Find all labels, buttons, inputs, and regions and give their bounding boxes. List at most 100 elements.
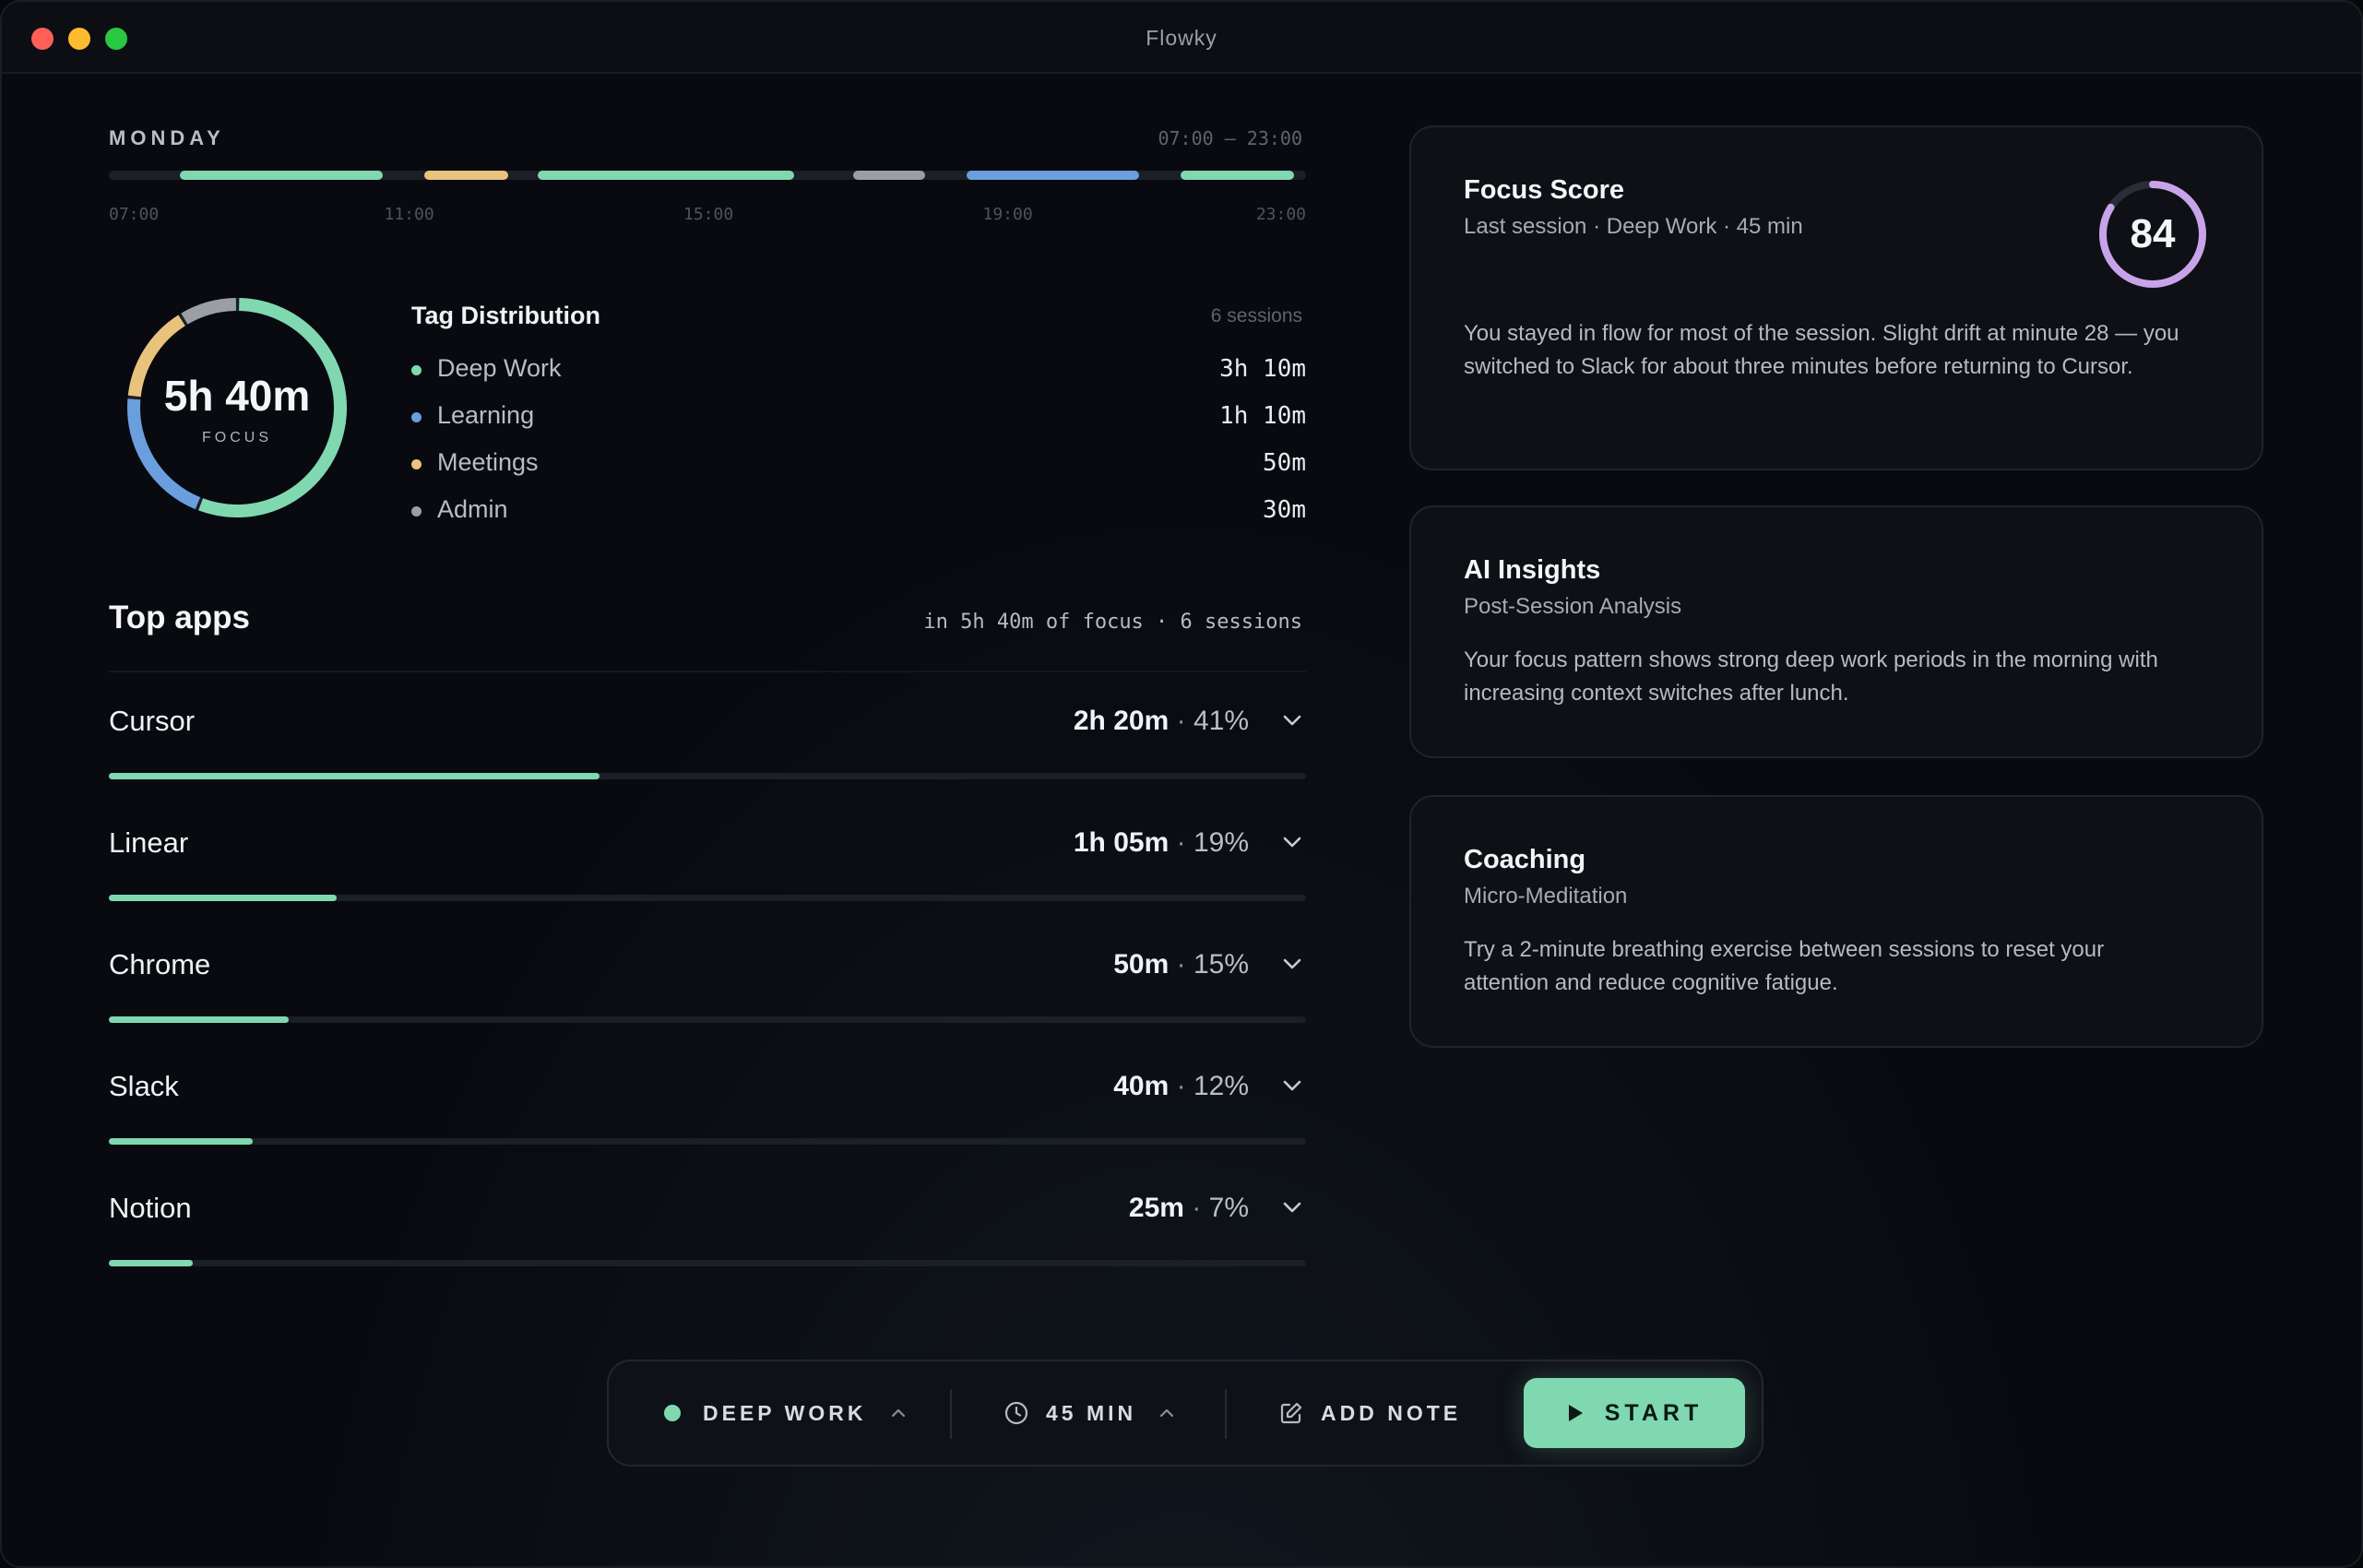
ai-insights-card: AI Insights Post-Session Analysis Your f… xyxy=(1409,505,2263,758)
app-name: Chrome xyxy=(109,948,211,980)
app-row[interactable]: Chrome 50m · 15% xyxy=(109,935,1306,1057)
timeline-ticks: 07:00 11:00 15:00 19:00 23:00 xyxy=(109,205,1306,227)
chevron-down-icon[interactable] xyxy=(1282,1201,1302,1214)
app-stat-separator: · xyxy=(1176,827,1186,858)
chevron-down-icon[interactable] xyxy=(1282,1079,1302,1092)
app-window: Flowky MONDAY 07:00 — 23:00 07:00 11:00 15… xyxy=(0,0,2363,1568)
title-bar: Flowky xyxy=(2,2,2361,74)
tag-sessions-count: 6 sessions xyxy=(1210,305,1302,327)
timeline-tick-label: 15:00 xyxy=(683,205,734,224)
tag-value: 30m xyxy=(1263,496,1306,524)
app-stat: 40m · 12% xyxy=(1113,1071,1249,1102)
app-progress-track xyxy=(109,773,1306,779)
app-row[interactable]: Notion 25m · 7% xyxy=(109,1179,1306,1301)
app-stat: 1h 05m · 19% xyxy=(1074,827,1249,859)
tag-value: 50m xyxy=(1263,449,1306,477)
app-percent: 15% xyxy=(1193,949,1249,980)
start-button[interactable]: START xyxy=(1524,1378,1745,1448)
main-content: MONDAY 07:00 — 23:00 07:00 11:00 15:00 19:0… xyxy=(2,76,2361,1566)
timeline-tick-label: 19:00 xyxy=(982,205,1033,224)
app-progress-fill xyxy=(109,895,337,901)
focus-score-value: 84 xyxy=(2130,211,2176,256)
window-title: Flowky xyxy=(1146,26,1217,50)
top-apps-list: Cursor 2h 20m · 41% Linear 1h 05m · 19% Chro… xyxy=(109,692,1306,1301)
coaching-title: Coaching xyxy=(1464,845,1586,874)
app-percent: 7% xyxy=(1208,1193,1249,1223)
day-timeline xyxy=(109,171,1306,180)
add-note-button[interactable]: ADD NOTE xyxy=(1278,1361,1461,1465)
tag-row: Meetings 50m xyxy=(411,446,1306,493)
tag-row: Deep Work 3h 10m xyxy=(411,352,1306,399)
ai-insights-body: Your focus pattern shows strong deep wor… xyxy=(1464,647,2158,706)
focus-score-title: Focus Score xyxy=(1464,175,1625,205)
timeline-segment xyxy=(853,171,925,180)
app-stat: 2h 20m · 41% xyxy=(1074,706,1249,737)
tag-name: Admin xyxy=(437,495,508,523)
app-progress-fill xyxy=(109,1138,253,1145)
app-time: 25m xyxy=(1128,1193,1184,1223)
app-time: 1h 05m xyxy=(1073,827,1170,858)
app-progress-track xyxy=(109,1138,1306,1145)
ai-insights-subtitle: Post-Session Analysis xyxy=(1464,594,1682,619)
donut-segment xyxy=(181,298,237,325)
app-name: Slack xyxy=(109,1070,179,1102)
app-row[interactable]: Slack 40m · 12% xyxy=(109,1057,1306,1179)
timeline-tick-label: 23:00 xyxy=(1255,205,1306,224)
time-range-label: 07:00 — 23:00 xyxy=(1158,127,1302,149)
edit-note-icon xyxy=(1280,1402,1302,1424)
app-time: 40m xyxy=(1113,1071,1170,1101)
clock-icon xyxy=(1004,1401,1028,1425)
duration-selector[interactable]: 45 MIN xyxy=(1003,1361,1175,1465)
tag-value: 1h 10m xyxy=(1219,402,1306,430)
app-stat: 50m · 15% xyxy=(1113,949,1249,980)
focus-total-value: 5h 40m xyxy=(163,372,311,420)
top-apps-subtitle: in 5h 40m of focus · 6 sessions xyxy=(923,611,1302,634)
coaching-subtitle: Micro-Meditation xyxy=(1464,884,1628,909)
chevron-down-icon[interactable] xyxy=(1282,836,1302,849)
timeline-segment xyxy=(180,171,384,180)
chevron-down-icon[interactable] xyxy=(1282,714,1302,727)
start-label: START xyxy=(1604,1399,1704,1426)
app-percent: 19% xyxy=(1193,827,1249,858)
divider xyxy=(950,1389,952,1439)
app-name: Cursor xyxy=(109,705,196,737)
app-time: 2h 20m xyxy=(1073,706,1170,736)
coaching-card: Coaching Micro-Meditation Try a 2-minute… xyxy=(1409,795,2263,1048)
timeline-tick-label: 07:00 xyxy=(109,205,160,224)
tag-list: Deep Work 3h 10m Learning 1h 10m Meetings 50m… xyxy=(411,352,1306,540)
timeline-segment xyxy=(966,171,1140,180)
app-progress-fill xyxy=(109,1260,193,1266)
timeline-tick-label: 11:00 xyxy=(384,205,434,224)
focus-score-card: Focus Score Last session · Deep Work · 4… xyxy=(1409,125,2263,470)
mode-label: DEEP WORK xyxy=(703,1400,867,1425)
app-progress-track xyxy=(109,1016,1306,1023)
app-percent: 12% xyxy=(1193,1071,1249,1101)
divider xyxy=(109,671,1306,672)
app-row[interactable]: Linear 1h 05m · 19% xyxy=(109,814,1306,935)
status-dot-icon xyxy=(664,1405,681,1421)
tag-dot-icon xyxy=(411,365,422,375)
app-name: Notion xyxy=(109,1192,192,1224)
tag-row: Learning 1h 10m xyxy=(411,399,1306,446)
chevron-up-icon xyxy=(892,1408,906,1418)
app-progress-fill xyxy=(109,1016,289,1023)
tag-dot-icon xyxy=(411,412,422,422)
session-control-bar: DEEP WORK 45 MIN ADD NOTE START xyxy=(607,1360,1763,1467)
donut-center: 5h 40m FOCUS xyxy=(122,371,352,446)
tag-dot-icon xyxy=(411,459,422,469)
app-name: Linear xyxy=(109,826,189,859)
duration-label: 45 MIN xyxy=(1046,1400,1137,1425)
chevron-down-icon[interactable] xyxy=(1282,957,1302,970)
app-row[interactable]: Cursor 2h 20m · 41% xyxy=(109,692,1306,814)
tag-name: Learning xyxy=(437,401,535,429)
timeline-segment xyxy=(424,171,508,180)
app-stat-separator: · xyxy=(1192,1193,1202,1223)
top-apps-title: Top apps xyxy=(109,600,250,636)
add-note-label: ADD NOTE xyxy=(1321,1400,1462,1425)
divider xyxy=(1225,1389,1227,1439)
day-label: MONDAY xyxy=(109,126,225,149)
app-stat-separator: · xyxy=(1176,1071,1186,1101)
mode-selector[interactable]: DEEP WORK xyxy=(664,1361,907,1465)
focus-score-subtitle: Last session · Deep Work · 45 min xyxy=(1464,214,1803,239)
tag-value: 3h 10m xyxy=(1219,355,1306,383)
